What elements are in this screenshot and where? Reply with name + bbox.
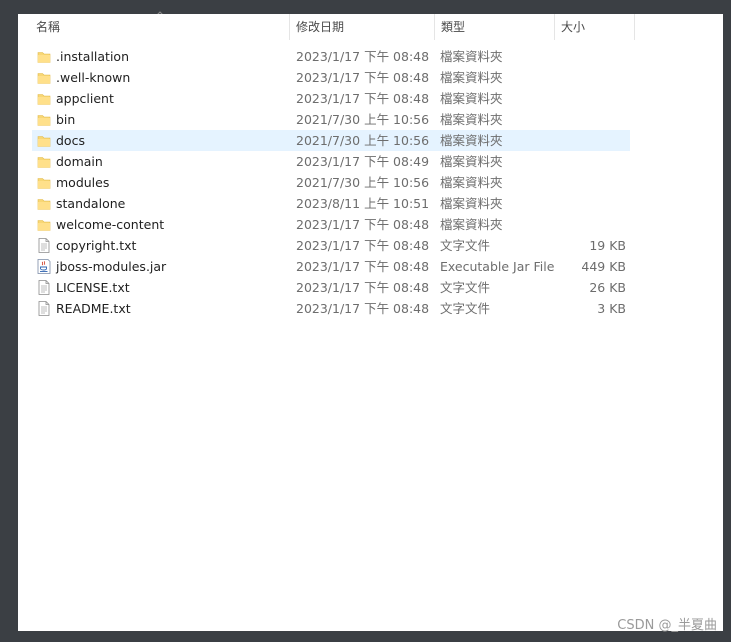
file-row[interactable]: bin 2021/7/30 上午 10:56 檔案資料夾	[32, 109, 630, 130]
file-name: README.txt	[56, 301, 131, 316]
column-header-date-modified[interactable]: 修改日期	[290, 14, 435, 40]
file-name: copyright.txt	[56, 238, 137, 253]
file-name: .well-known	[56, 70, 131, 85]
file-date-modified: 2023/1/17 下午 08:48	[296, 49, 430, 64]
file-date-modified: 2023/1/17 下午 08:48	[296, 280, 430, 295]
file-type: Executable Jar File	[440, 259, 555, 274]
folder-icon	[37, 133, 51, 148]
file-row[interactable]: LICENSE.txt 2023/1/17 下午 08:48 文字文件 26 KB	[32, 277, 630, 298]
file-date-modified: 2023/1/17 下午 08:48	[296, 238, 430, 253]
file-row[interactable]: copyright.txt 2023/1/17 下午 08:48 文字文件 19 KB	[32, 235, 630, 256]
file-row[interactable]: docs 2021/7/30 上午 10:56 檔案資料夾	[32, 130, 630, 151]
file-size: 3 KB	[597, 301, 626, 316]
file-name: appclient	[56, 91, 114, 106]
file-type: 檔案資料夾	[440, 154, 503, 169]
file-name: standalone	[56, 196, 126, 211]
folder-icon	[37, 175, 51, 190]
file-name: .installation	[56, 49, 129, 64]
file-name: docs	[56, 133, 85, 148]
file-type: 檔案資料夾	[440, 49, 503, 64]
file-size: 26 KB	[589, 280, 626, 295]
file-type: 檔案資料夾	[440, 175, 503, 190]
file-date-modified: 2021/7/30 上午 10:56	[296, 133, 430, 148]
file-date-modified: 2023/1/17 下午 08:49	[296, 154, 430, 169]
file-date-modified: 2021/7/30 上午 10:56	[296, 175, 430, 190]
file-date-modified: 2023/1/17 下午 08:48	[296, 259, 430, 274]
file-date-modified: 2023/1/17 下午 08:48	[296, 91, 430, 106]
window-top-strip	[0, 0, 731, 14]
file-date-modified: 2023/1/17 下午 08:48	[296, 70, 430, 85]
file-type: 檔案資料夾	[440, 112, 503, 127]
file-row[interactable]: modules 2021/7/30 上午 10:56 檔案資料夾	[32, 172, 630, 193]
file-type: 檔案資料夾	[440, 217, 503, 232]
jar-file-icon	[37, 259, 51, 274]
column-header-size[interactable]: 大小	[555, 14, 635, 40]
folder-icon	[37, 112, 51, 127]
folder-icon	[37, 70, 51, 85]
file-row[interactable]: .installation 2023/1/17 下午 08:48 檔案資料夾	[32, 46, 630, 67]
file-type: 檔案資料夾	[440, 196, 503, 211]
file-row[interactable]: jboss-modules.jar 2023/1/17 下午 08:48 Execu…	[32, 256, 630, 277]
file-name: modules	[56, 175, 110, 190]
file-type: 檔案資料夾	[440, 91, 503, 106]
column-header-name[interactable]: 名稱	[30, 14, 290, 40]
file-name: jboss-modules.jar	[56, 259, 167, 274]
file-row[interactable]: README.txt 2023/1/17 下午 08:48 文字文件 3 KB	[32, 298, 630, 319]
text-file-icon	[37, 280, 51, 295]
file-name: domain	[56, 154, 103, 169]
file-type: 檔案資料夾	[440, 133, 503, 148]
folder-icon	[37, 196, 51, 211]
file-row[interactable]: domain 2023/1/17 下午 08:49 檔案資料夾	[32, 151, 630, 172]
file-size: 19 KB	[589, 238, 626, 253]
text-file-icon	[37, 301, 51, 316]
file-type: 文字文件	[440, 301, 491, 316]
folder-icon	[37, 91, 51, 106]
folder-icon	[37, 49, 51, 64]
text-file-icon	[37, 238, 51, 253]
file-row[interactable]: .well-known 2023/1/17 下午 08:48 檔案資料夾	[32, 67, 630, 88]
file-row[interactable]: welcome-content 2023/1/17 下午 08:48 檔案資料夾	[32, 214, 630, 235]
watermark-text: CSDN @_半夏曲	[617, 618, 717, 633]
column-header-bar: 名稱 修改日期 類型 大小	[18, 14, 723, 40]
file-type: 文字文件	[440, 238, 491, 253]
file-date-modified: 2023/8/11 上午 10:51	[296, 196, 430, 211]
file-type: 文字文件	[440, 280, 491, 295]
folder-icon	[37, 217, 51, 232]
file-date-modified: 2021/7/30 上午 10:56	[296, 112, 430, 127]
file-name: LICENSE.txt	[56, 280, 130, 295]
file-date-modified: 2023/1/17 下午 08:48	[296, 217, 430, 232]
file-size: 449 KB	[581, 259, 626, 274]
file-type: 檔案資料夾	[440, 70, 503, 85]
file-row[interactable]: standalone 2023/8/11 上午 10:51 檔案資料夾	[32, 193, 630, 214]
file-name: welcome-content	[56, 217, 165, 232]
file-row[interactable]: appclient 2023/1/17 下午 08:48 檔案資料夾	[32, 88, 630, 109]
folder-icon	[37, 154, 51, 169]
file-date-modified: 2023/1/17 下午 08:48	[296, 301, 430, 316]
file-name: bin	[56, 112, 76, 127]
column-header-type[interactable]: 類型	[435, 14, 555, 40]
